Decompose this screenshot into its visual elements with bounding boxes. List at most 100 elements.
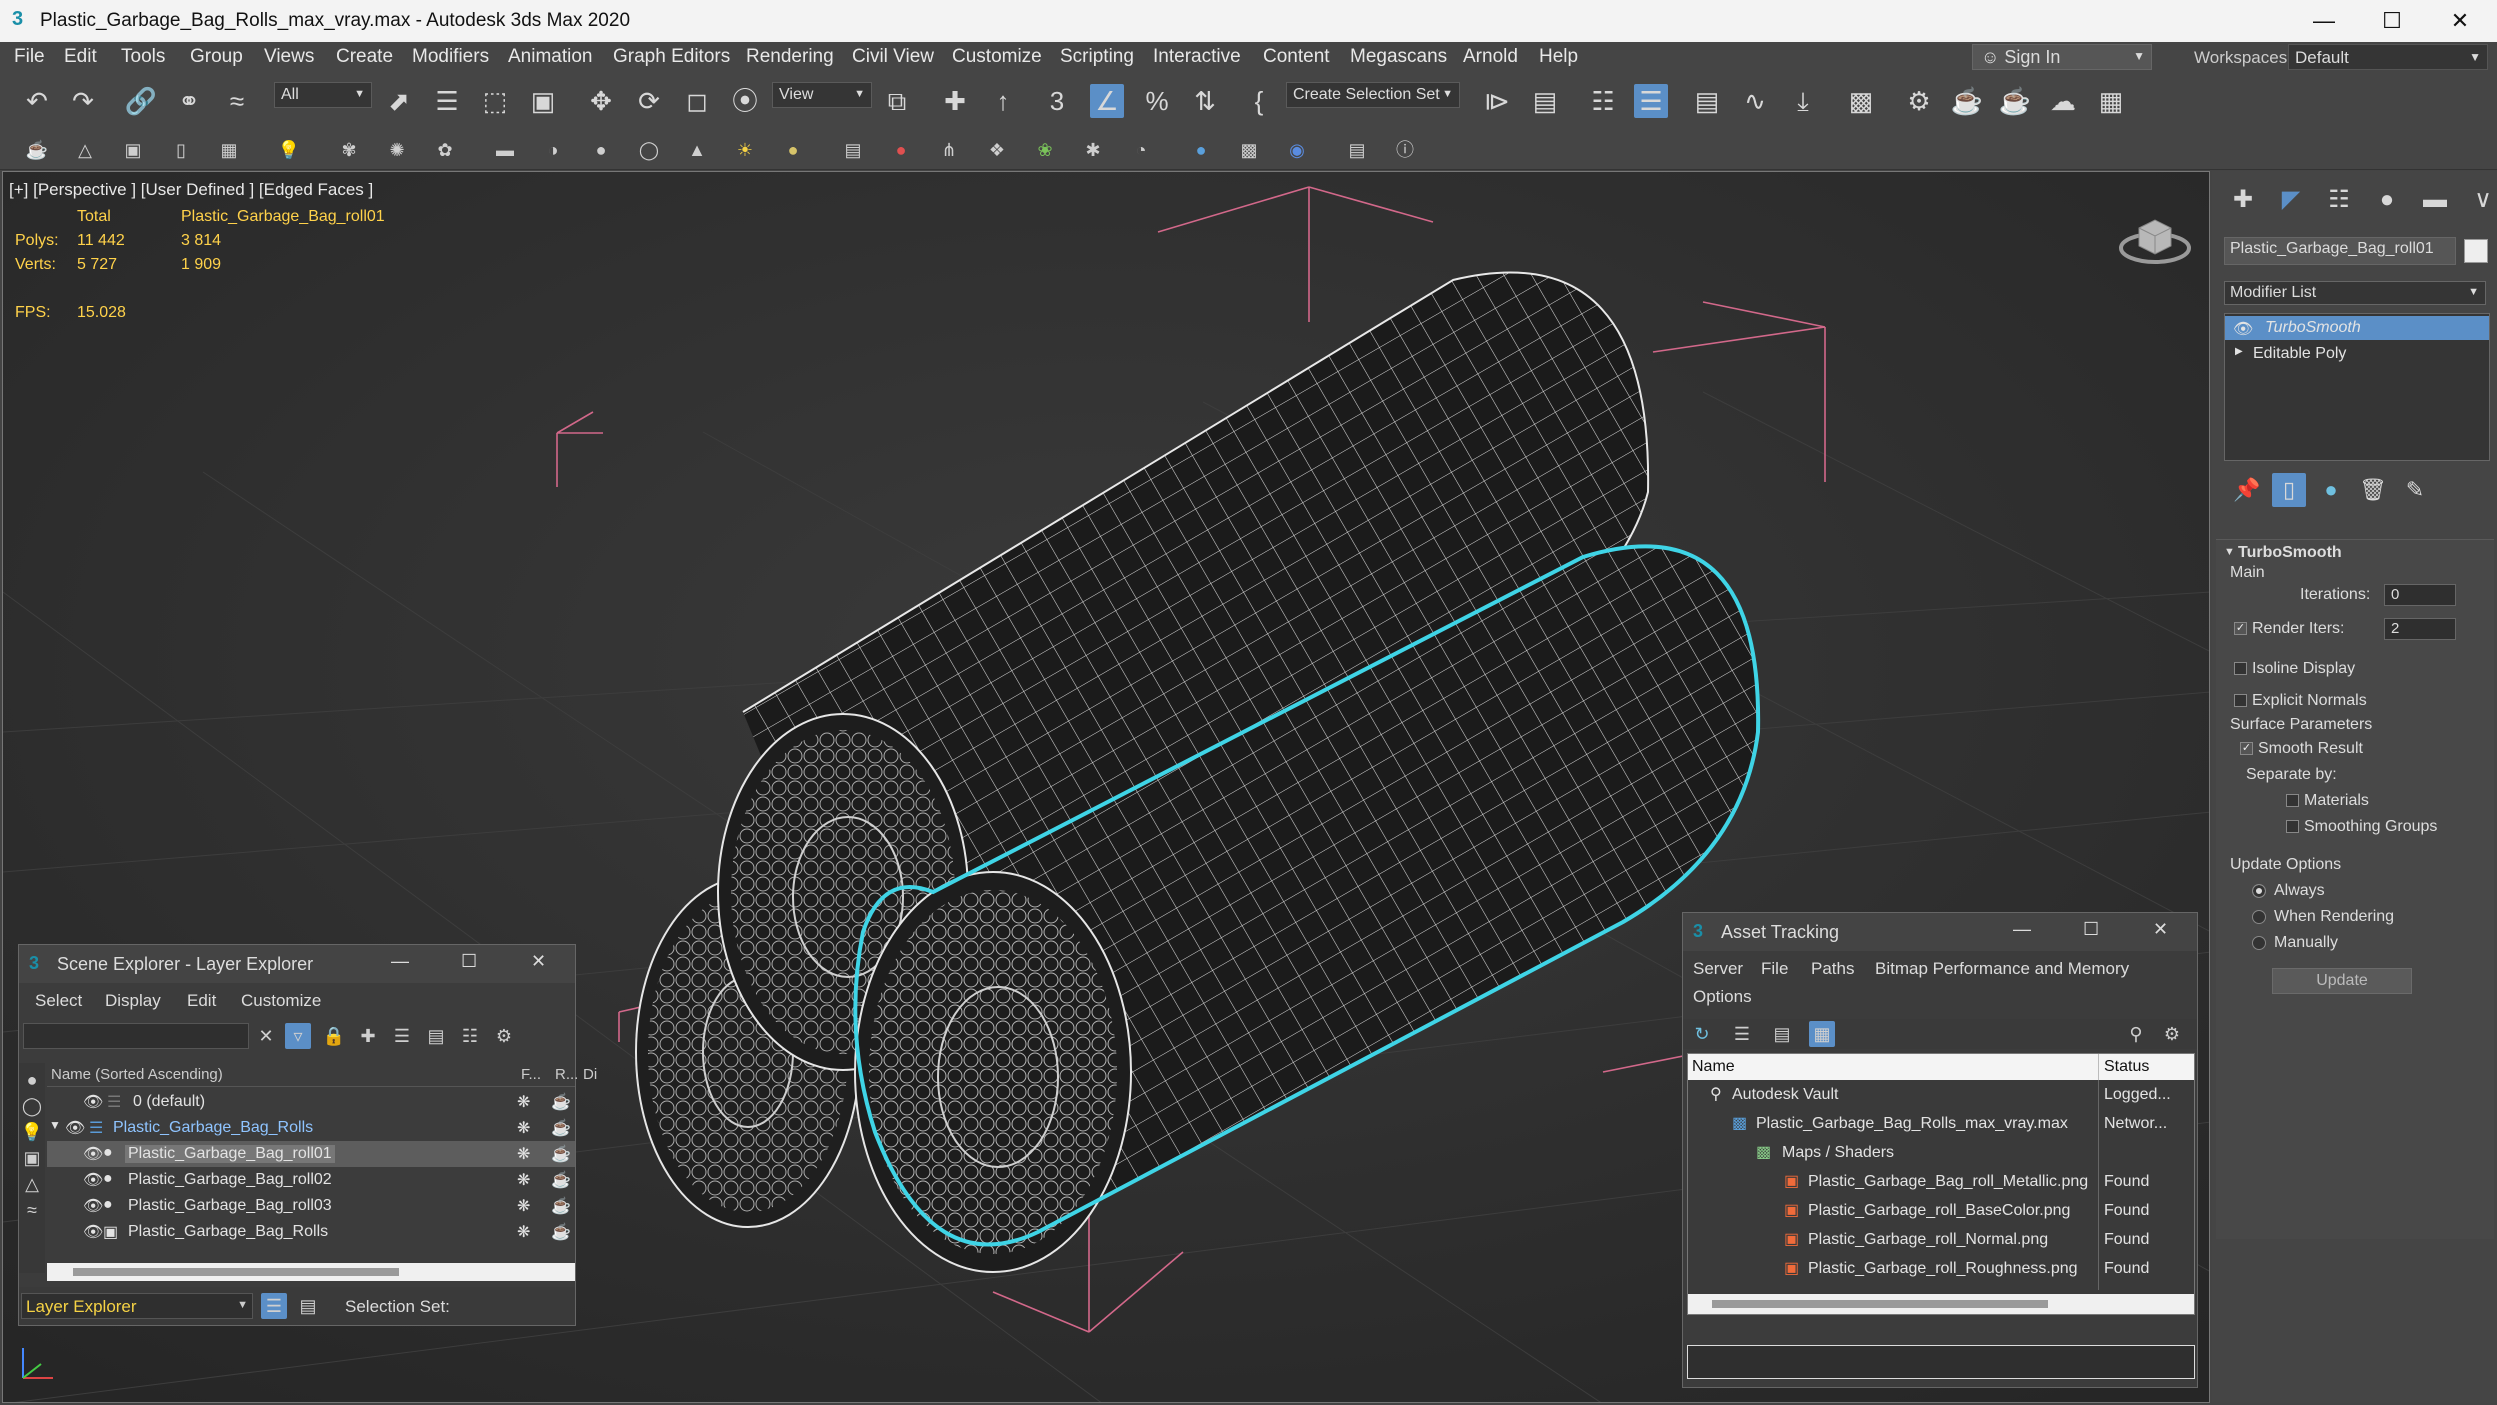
object-color-swatch[interactable]	[2464, 239, 2488, 263]
cylinder-icon[interactable]: ▯	[168, 137, 194, 163]
close-button[interactable]: ✕	[531, 951, 546, 972]
iterations-spinner[interactable]: 0	[2384, 584, 2456, 606]
maximize-button[interactable]: ☐	[2362, 4, 2422, 38]
eye-icon[interactable]: 👁	[83, 1196, 103, 1216]
scrollbar-thumb[interactable]	[73, 1268, 399, 1276]
menu-server[interactable]: Server	[1693, 959, 1743, 979]
object-name-field[interactable]: Plastic_Garbage_Bag_roll01	[2224, 237, 2456, 265]
scrollbar-thumb[interactable]	[1712, 1300, 2048, 1308]
modifier-list-dropdown[interactable]: Modifier List ▼	[2224, 281, 2486, 305]
sphere-icon[interactable]: ●	[588, 137, 614, 163]
eye-icon[interactable]: 👁	[2233, 319, 2253, 339]
menu-customize[interactable]: Customize	[241, 991, 321, 1011]
cone-icon[interactable]: △	[72, 137, 98, 163]
display-helpers-icon[interactable]: △	[19, 1171, 45, 1197]
scene-explorer-titlebar[interactable]: 3 Scene Explorer - Layer Explorer — ☐ ✕	[19, 945, 575, 983]
refresh-icon[interactable]: ↻	[1689, 1021, 1715, 1047]
menu-rendering[interactable]: Rendering	[746, 46, 834, 68]
particles-icon[interactable]: ✿	[432, 137, 458, 163]
menu-display[interactable]: Display	[105, 991, 161, 1011]
dome-icon[interactable]: ◑	[540, 137, 566, 163]
menu-graph-editors[interactable]: Graph Editors	[613, 46, 730, 68]
plane-icon[interactable]: ▬	[492, 137, 518, 163]
window-crossing-icon[interactable]: ▣	[526, 84, 560, 118]
render-teapot-icon[interactable]: ☕	[551, 1118, 571, 1138]
keyboard-shortcut-override-icon[interactable]: ↑	[986, 84, 1020, 118]
render-in-cloud-icon[interactable]: ☁	[2046, 84, 2080, 118]
sphere-light-icon[interactable]: ●	[780, 137, 806, 163]
unlink-icon[interactable]: ⚭	[172, 84, 206, 118]
reference-coordinate-dropdown[interactable]: View ▼	[772, 82, 872, 108]
toggle-layer-explorer-icon[interactable]: ☰	[1634, 84, 1668, 118]
collapse-arrow-icon[interactable]: ▼	[2224, 546, 2235, 558]
mirror-icon[interactable]: ⧐	[1480, 84, 1514, 118]
layers-icon[interactable]: ▩	[1236, 137, 1262, 163]
column-render[interactable]: R...	[555, 1066, 578, 1083]
render-teapot-icon[interactable]: ☕	[551, 1144, 571, 1164]
menu-paths[interactable]: Paths	[1811, 959, 1854, 979]
stack-item-editable-poly[interactable]: ▶ Editable Poly	[2225, 342, 2489, 366]
menu-interactive[interactable]: Interactive	[1153, 46, 1241, 68]
asset-path-field[interactable]	[1687, 1345, 2195, 1379]
utilities-tab-icon[interactable]: ∨	[2466, 185, 2497, 215]
display-geometry-icon[interactable]: ◯	[19, 1093, 45, 1119]
rotate-icon[interactable]: ⟳	[632, 84, 666, 118]
maximize-button[interactable]: ☐	[461, 951, 477, 972]
cube-icon[interactable]: ❖	[984, 137, 1010, 163]
list-view-icon[interactable]: ☰	[1729, 1021, 1755, 1047]
menu-animation[interactable]: Animation	[508, 46, 593, 68]
table-view-icon[interactable]: ▦	[1809, 1021, 1835, 1047]
create-tab-icon[interactable]: ✚	[2226, 185, 2260, 215]
edit-named-selection-icon[interactable]: {	[1242, 84, 1276, 118]
isoline-display-checkbox[interactable]	[2234, 662, 2247, 675]
settings-icon[interactable]: ⚙	[491, 1023, 517, 1049]
lock-icon[interactable]: 🔒	[321, 1023, 347, 1049]
hierarchy-icon[interactable]: ▤	[423, 1023, 449, 1049]
detail-view-icon[interactable]: ▤	[1769, 1021, 1795, 1047]
new-layer-icon[interactable]: ✚	[355, 1023, 381, 1049]
minimize-button[interactable]: —	[2013, 919, 2031, 940]
column-frozen[interactable]: F...	[521, 1066, 541, 1083]
globe-icon[interactable]: ●	[1188, 137, 1214, 163]
minimize-button[interactable]: —	[2294, 4, 2354, 38]
curve-editor-icon[interactable]: ∿	[1738, 84, 1772, 118]
freeze-icon[interactable]: ❋	[517, 1144, 530, 1164]
show-end-result-icon[interactable]: ▯	[2272, 473, 2306, 507]
render-teapot-icon[interactable]: ☕	[551, 1222, 571, 1242]
frame-buffer-icon[interactable]: ▤	[1344, 137, 1370, 163]
asset-row-maps[interactable]: ▩ Maps / Shaders	[1688, 1140, 2194, 1166]
modify-tab-icon[interactable]: ◤	[2274, 185, 2308, 215]
column-status[interactable]: Status	[2104, 1058, 2149, 1076]
configure-modifier-sets-icon[interactable]: ✎	[2398, 473, 2432, 507]
menu-create[interactable]: Create	[336, 46, 393, 68]
asset-row-normal[interactable]: ▣ Plastic_Garbage_roll_Normal.png Found	[1688, 1227, 2194, 1253]
align-icon[interactable]: ▤	[1528, 84, 1562, 118]
box-icon[interactable]: ▣	[120, 137, 146, 163]
smoothing-groups-checkbox[interactable]	[2286, 820, 2299, 833]
select-and-manipulate-icon[interactable]: ✚	[938, 84, 972, 118]
freeze-icon[interactable]: ❋	[517, 1222, 530, 1242]
proxy-icon[interactable]: ▤	[840, 137, 866, 163]
menu-bitmap-performance[interactable]: Bitmap Performance and Memory	[1875, 959, 2129, 979]
layer-explorer-icon[interactable]: ☰	[261, 1293, 287, 1319]
display-objects-icon[interactable]: ●	[19, 1067, 45, 1093]
menu-tools[interactable]: Tools	[121, 46, 165, 68]
menu-civil-view[interactable]: Civil View	[852, 46, 934, 68]
asset-row-maxfile[interactable]: ▩ Plastic_Garbage_Bag_Rolls_max_vray.max…	[1688, 1111, 2194, 1137]
undo-icon[interactable]: ↶	[20, 84, 54, 118]
render-elements-icon[interactable]: ◉	[1284, 137, 1310, 163]
helper-icon[interactable]: ✾	[336, 137, 362, 163]
bind-space-warp-icon[interactable]: ≈	[220, 84, 254, 118]
select-object-icon[interactable]: ⬈	[382, 84, 416, 118]
torus-icon[interactable]: ◯	[636, 137, 662, 163]
object-row-roll01[interactable]: 👁 ● Plastic_Garbage_Bag_roll01 ❋ ☕	[47, 1141, 575, 1167]
horizontal-scrollbar[interactable]	[47, 1263, 575, 1281]
asset-tracking-titlebar[interactable]: 3 Asset Tracking — ☐ ✕	[1683, 913, 2197, 951]
eye-icon[interactable]: 👁	[83, 1144, 103, 1164]
expand-arrow-icon[interactable]: ▶	[2235, 346, 2243, 357]
display-spacewarps-icon[interactable]: ≈	[19, 1197, 45, 1223]
stack-item-turbosmooth[interactable]: 👁 TurboSmooth	[2225, 316, 2489, 340]
freeze-icon[interactable]: ❋	[517, 1170, 530, 1190]
menu-content[interactable]: Content	[1263, 46, 1330, 68]
render-setup-icon[interactable]: ⚙	[1902, 84, 1936, 118]
